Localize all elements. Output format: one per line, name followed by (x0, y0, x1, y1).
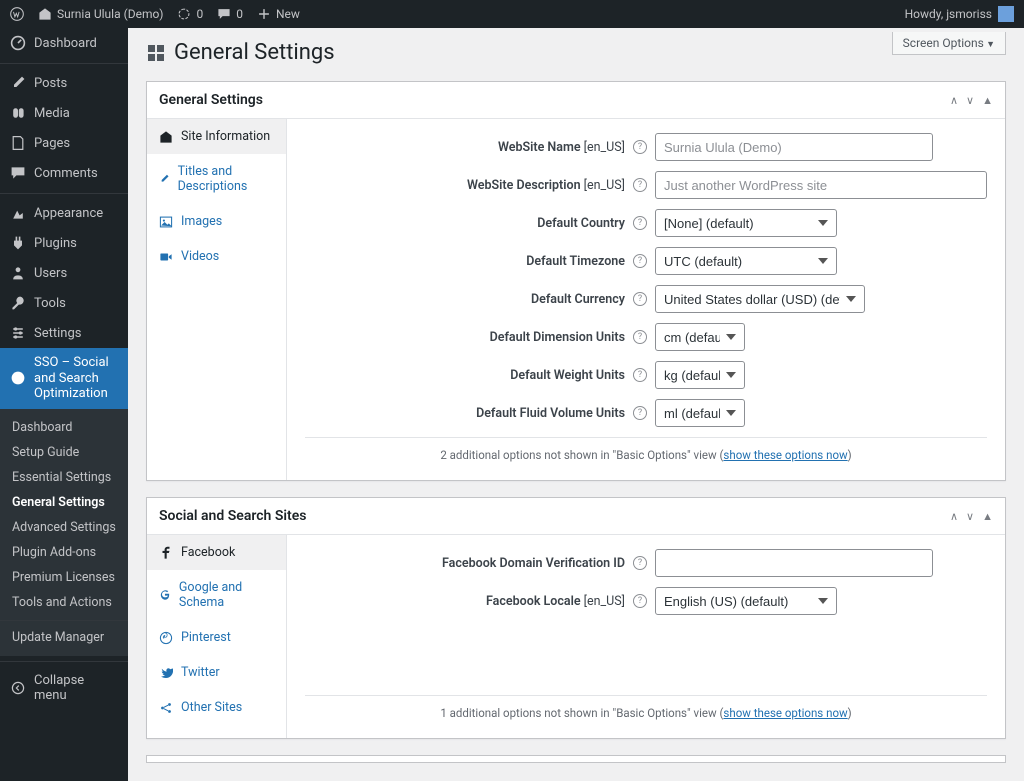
video-icon (159, 250, 173, 264)
help-icon[interactable]: ? (633, 556, 647, 570)
submenu-essential[interactable]: Essential Settings (0, 465, 128, 490)
default-weight-label: Default Weight Units (305, 368, 625, 383)
tab-images[interactable]: Images (147, 204, 286, 239)
box-title: General Settings (159, 92, 263, 108)
help-icon[interactable]: ? (633, 368, 647, 382)
social-search-sites-box: Social and Search Sites ∧ ∨ ▲ Facebook G… (146, 497, 1006, 739)
help-icon[interactable]: ? (633, 594, 647, 608)
fb-domain-input[interactable] (655, 549, 933, 577)
box-down-icon[interactable]: ∨ (966, 94, 974, 107)
show-options-link[interactable]: show these options now (723, 706, 847, 720)
menu-users[interactable]: Users (0, 258, 128, 288)
share-icon (159, 701, 173, 715)
settings-icon (146, 43, 166, 63)
menu-plugins[interactable]: Plugins (0, 228, 128, 258)
general-settings-box: General Settings ∧ ∨ ▲ Site Information … (146, 81, 1006, 481)
menu-appearance[interactable]: Appearance (0, 198, 128, 228)
help-icon[interactable]: ? (633, 140, 647, 154)
facebook-icon (159, 546, 173, 560)
tab-pinterest[interactable]: Pinterest (147, 620, 286, 655)
default-currency-label: Default Currency (305, 292, 625, 307)
updates-link[interactable]: 0 (177, 7, 203, 21)
default-weight-select[interactable]: kg (defaul (655, 361, 745, 389)
box-down-icon[interactable]: ∨ (966, 510, 974, 523)
comments-link[interactable]: 0 (217, 7, 243, 21)
site-name-link[interactable]: Surnia Ulula (Demo) (38, 7, 163, 21)
page-title: General Settings (146, 40, 1006, 65)
website-desc-input[interactable] (655, 171, 987, 199)
submenu-setup-guide[interactable]: Setup Guide (0, 440, 128, 465)
help-icon[interactable]: ? (633, 178, 647, 192)
tab-titles-descriptions[interactable]: Titles and Descriptions (147, 154, 286, 204)
show-options-link[interactable]: show these options now (723, 448, 847, 462)
adminbar: Surnia Ulula (Demo) 0 0 New Howdy, jsmor… (0, 0, 1024, 28)
basic-options-note: 2 additional options not shown in "Basic… (305, 437, 987, 470)
submenu-general[interactable]: General Settings (0, 490, 128, 515)
website-name-label: WebSite Name [en_US] (305, 140, 625, 155)
tab-other-sites[interactable]: Other Sites (147, 690, 286, 725)
tab-videos[interactable]: Videos (147, 239, 286, 274)
image-icon (159, 215, 173, 229)
box-toggle-icon[interactable]: ▲ (982, 94, 993, 107)
twitter-icon (159, 666, 173, 680)
help-icon[interactable]: ? (633, 330, 647, 344)
menu-media[interactable]: Media (0, 98, 128, 128)
avatar (998, 6, 1014, 22)
submenu-addons[interactable]: Plugin Add-ons (0, 540, 128, 565)
help-icon[interactable]: ? (633, 254, 647, 268)
tab-twitter[interactable]: Twitter (147, 655, 286, 690)
default-currency-select[interactable]: United States dollar (USD) (defaul (655, 285, 865, 313)
website-name-input[interactable] (655, 133, 933, 161)
default-timezone-select[interactable]: UTC (default) (655, 247, 837, 275)
menu-pages[interactable]: Pages (0, 128, 128, 158)
next-box-peek (146, 755, 1006, 763)
menu-tools[interactable]: Tools (0, 288, 128, 318)
tab-site-information[interactable]: Site Information (147, 119, 286, 154)
submenu-update-manager[interactable]: Update Manager (0, 625, 128, 650)
box-toggle-icon[interactable]: ▲ (982, 510, 993, 523)
wp-logo[interactable] (10, 7, 24, 21)
fb-locale-select[interactable]: English (US) (default) (655, 587, 837, 615)
content-area: Screen Options General Settings General … (128, 28, 1024, 781)
box-title: Social and Search Sites (159, 508, 306, 524)
collapse-menu[interactable]: Collapse menu (0, 666, 128, 710)
fb-domain-label: Facebook Domain Verification ID (305, 556, 625, 571)
default-dimension-label: Default Dimension Units (305, 330, 625, 345)
edit-icon (159, 172, 170, 186)
menu-sso[interactable]: SSO – Social and Search Optimization (0, 348, 128, 409)
submenu-licenses[interactable]: Premium Licenses (0, 565, 128, 590)
fb-locale-label: Facebook Locale [en_US] (305, 594, 625, 609)
box-up-icon[interactable]: ∧ (950, 94, 958, 107)
help-icon[interactable]: ? (633, 292, 647, 306)
default-country-label: Default Country (305, 216, 625, 231)
basic-options-note: 1 additional options not shown in "Basic… (305, 695, 987, 728)
website-desc-label: WebSite Description [en_US] (305, 178, 625, 193)
screen-options-toggle[interactable]: Screen Options (892, 32, 1006, 55)
submenu-advanced[interactable]: Advanced Settings (0, 515, 128, 540)
admin-sidebar: Dashboard Posts Media Pages Comments App… (0, 28, 128, 781)
help-icon[interactable]: ? (633, 216, 647, 230)
pinterest-icon (159, 631, 173, 645)
home-icon (159, 130, 173, 144)
default-dimension-select[interactable]: cm (defau (655, 323, 745, 351)
default-timezone-label: Default Timezone (305, 254, 625, 269)
menu-dashboard[interactable]: Dashboard (0, 28, 128, 58)
default-fluid-select[interactable]: ml (defaul (655, 399, 745, 427)
tab-google[interactable]: Google and Schema (147, 570, 286, 620)
box-up-icon[interactable]: ∧ (950, 510, 958, 523)
submenu-dashboard[interactable]: Dashboard (0, 415, 128, 440)
default-country-select[interactable]: [None] (default) (655, 209, 837, 237)
menu-posts[interactable]: Posts (0, 68, 128, 98)
menu-settings[interactable]: Settings (0, 318, 128, 348)
account-menu[interactable]: Howdy, jsmoriss (905, 6, 1014, 22)
sso-submenu: Dashboard Setup Guide Essential Settings… (0, 409, 128, 656)
default-fluid-label: Default Fluid Volume Units (305, 406, 625, 421)
submenu-tools-actions[interactable]: Tools and Actions (0, 590, 128, 615)
google-icon (159, 588, 171, 602)
menu-comments[interactable]: Comments (0, 158, 128, 188)
help-icon[interactable]: ? (633, 406, 647, 420)
new-link[interactable]: New (257, 7, 300, 21)
tab-facebook[interactable]: Facebook (147, 535, 286, 570)
